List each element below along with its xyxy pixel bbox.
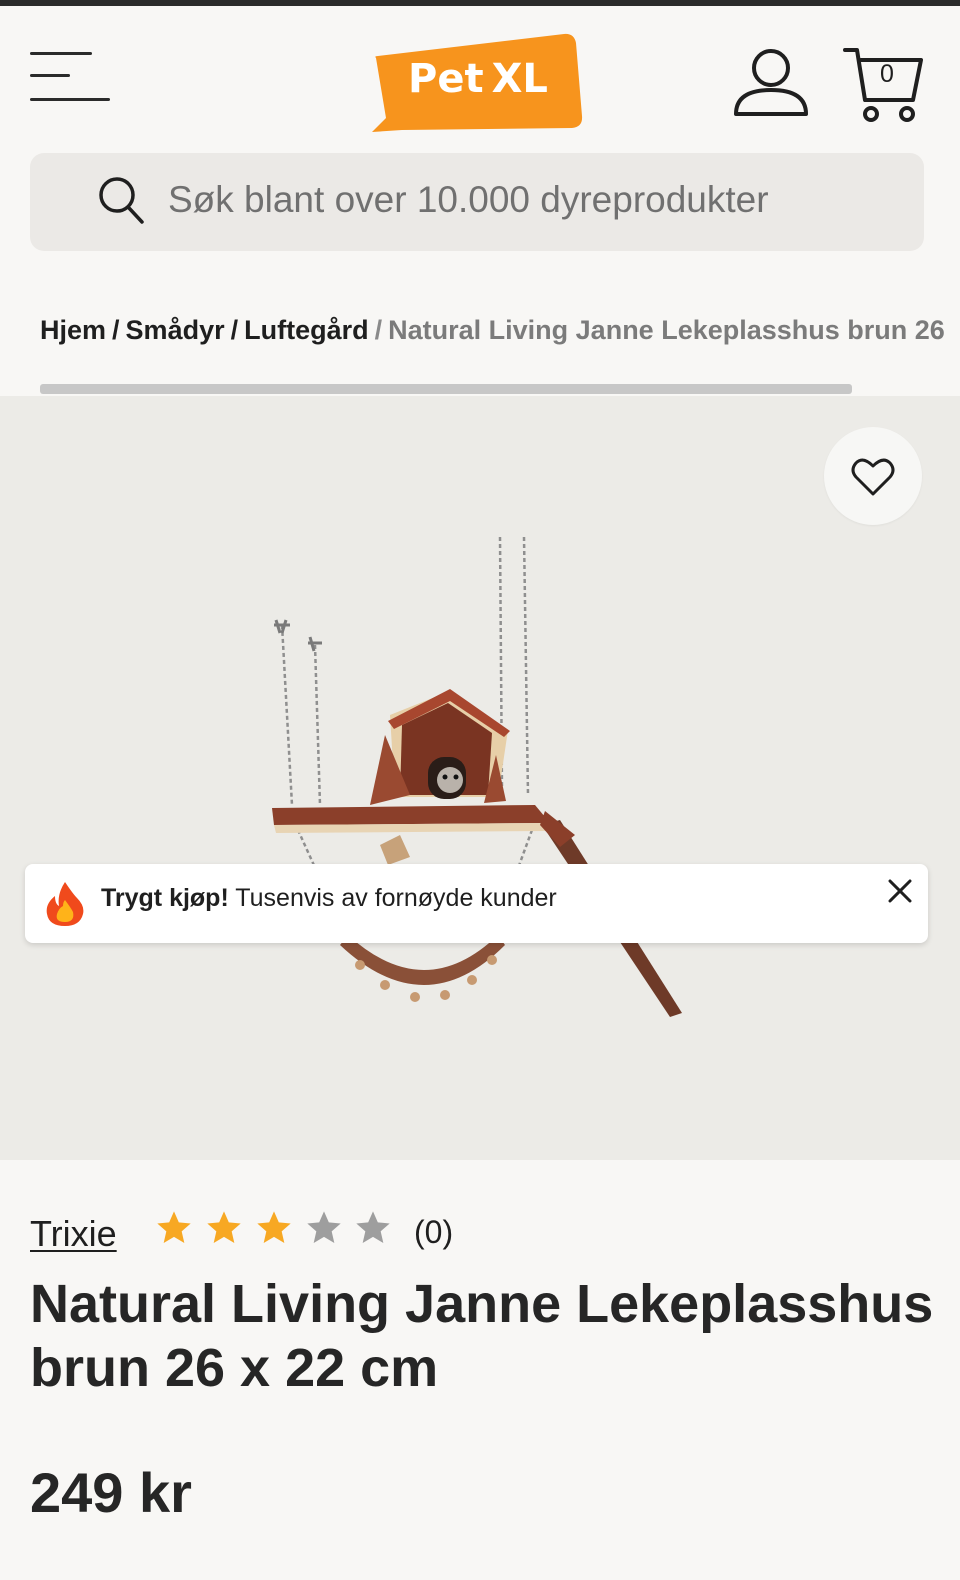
breadcrumb-home[interactable]: Hjem xyxy=(40,315,106,345)
product-price: 249 kr xyxy=(30,1461,192,1524)
logo-text-pet: Pet xyxy=(408,56,484,102)
cart-button[interactable]: 0 xyxy=(843,44,925,124)
star-filled-icon xyxy=(207,1211,241,1243)
breadcrumb-current: Natural Living Janne Lekeplasshus brun 2… xyxy=(388,315,945,345)
brand-link[interactable]: Trixie xyxy=(30,1213,117,1255)
breadcrumb-separator: / xyxy=(230,315,239,345)
notice-text: Tusenvis av fornøyde kunder xyxy=(235,884,557,912)
notice-bold-text: Trygt kjøp! xyxy=(101,884,229,912)
breadcrumb: Hjem / Smådyr / Luftegård / Natural Living Jan… xyxy=(40,315,960,355)
star-filled-icon xyxy=(257,1211,291,1243)
close-icon[interactable] xyxy=(885,876,915,906)
product-title: Natural Living Janne Lekeplasshus brun 2… xyxy=(30,1274,934,1398)
star-filled-icon xyxy=(157,1211,191,1243)
breadcrumb-separator: / xyxy=(374,315,383,345)
star-empty-icon xyxy=(356,1211,390,1243)
breadcrumb-scrollbar[interactable] xyxy=(40,384,852,394)
product-image[interactable] xyxy=(260,525,700,1025)
hamburger-menu-button[interactable] xyxy=(30,52,110,108)
petxl-logo[interactable]: Pet XL xyxy=(368,26,586,136)
user-icon[interactable] xyxy=(732,46,810,118)
fire-icon xyxy=(43,880,87,928)
logo-text-xl: XL xyxy=(491,56,548,102)
star-empty-icon xyxy=(307,1211,341,1243)
heart-icon xyxy=(851,458,895,496)
trust-notice: Trygt kjøp! Tusenvis av fornøyde kunder xyxy=(25,864,928,943)
review-count[interactable]: (0) xyxy=(414,1214,453,1251)
search-icon[interactable] xyxy=(96,174,146,226)
favorite-button[interactable] xyxy=(824,427,922,525)
search-input[interactable] xyxy=(168,172,888,228)
cart-count-badge: 0 xyxy=(880,60,894,88)
breadcrumb-luftegard[interactable]: Luftegård xyxy=(244,315,369,345)
breadcrumb-separator: / xyxy=(112,315,120,345)
hamburger-icon xyxy=(30,52,92,55)
breadcrumb-smadyr[interactable]: Smådyr xyxy=(126,315,225,345)
